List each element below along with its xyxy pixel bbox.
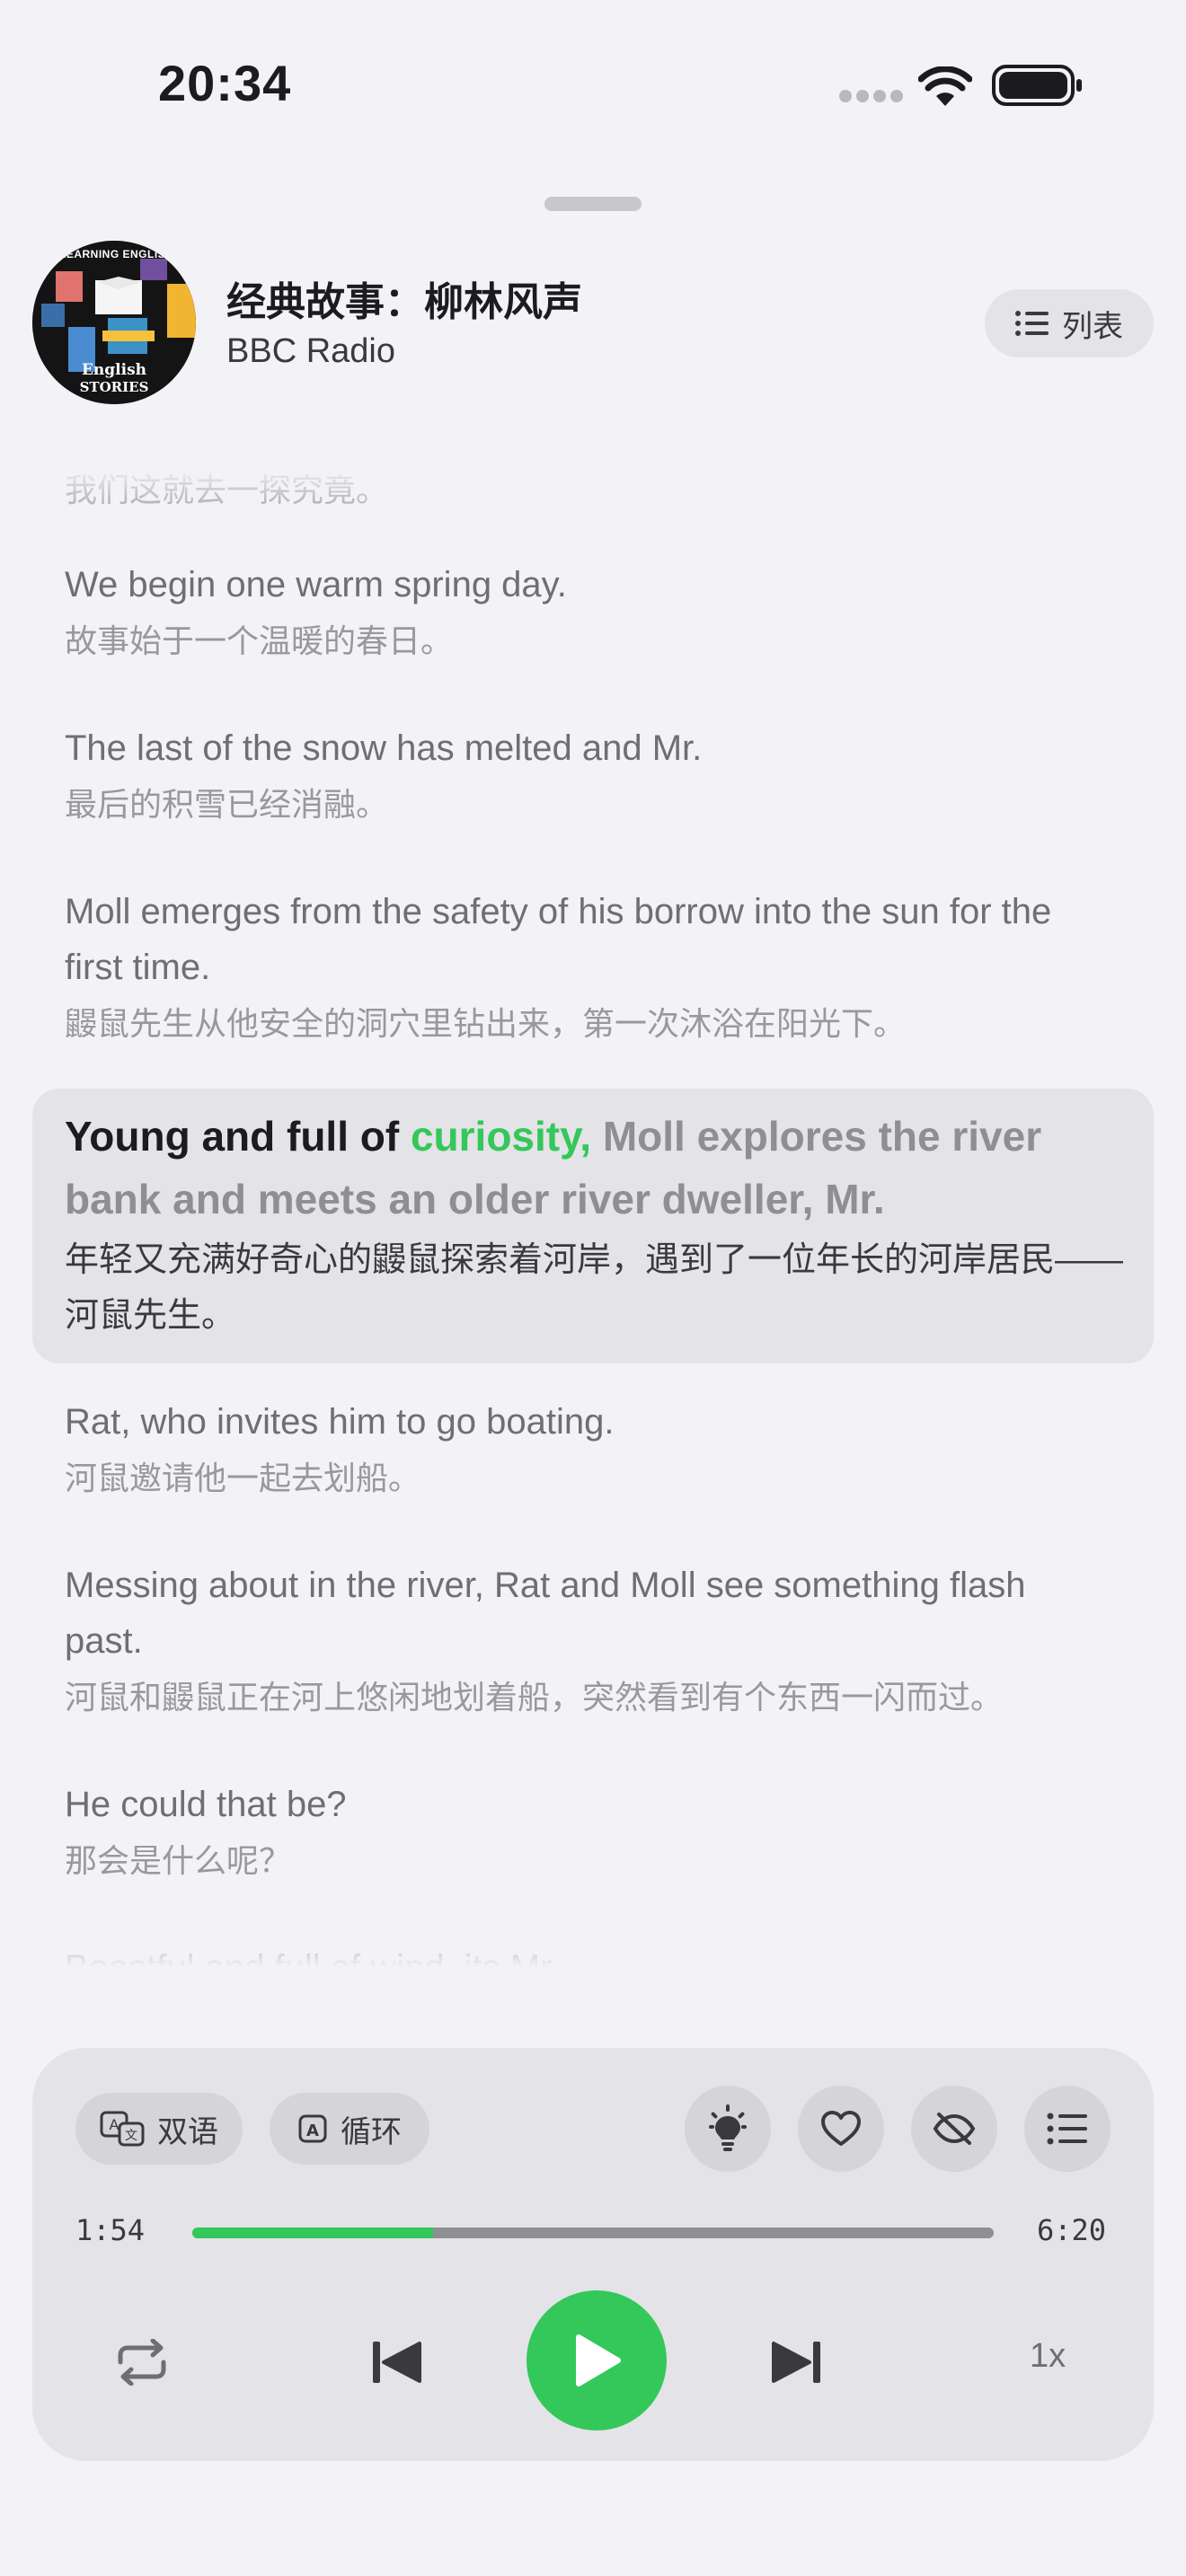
svg-text:文: 文 bbox=[125, 2129, 137, 2143]
segment-zh: 最后的积雪已经消融。 bbox=[65, 786, 389, 823]
next-track-icon bbox=[772, 2342, 820, 2383]
loop-label: 循环 bbox=[341, 2114, 402, 2149]
play-icon bbox=[576, 2334, 621, 2386]
cellular-signal-icon bbox=[839, 90, 907, 107]
transcript-segment[interactable]: The last of the snow has melted and Mr. … bbox=[65, 720, 1107, 830]
segment-zh: 河鼠和鼹鼠正在河上悠闲地划着船，突然看到有个东西一闪而过。 bbox=[65, 1679, 1004, 1716]
heart-icon bbox=[821, 2111, 861, 2146]
spoken-text: Young and full of bbox=[65, 1113, 411, 1160]
segment-en: Messing about in the river, Rat and Moll… bbox=[65, 1566, 1026, 1661]
transcript-clipped-top: 我们这就去一探究竟。 bbox=[65, 467, 1107, 516]
status-time: 20:34 bbox=[158, 55, 292, 111]
segment-zh: 那会是什么呢？ bbox=[65, 1842, 292, 1879]
episode-list-label: 列表 bbox=[1062, 309, 1123, 344]
episode-header: LEARNING ENGLISH English STORIES 经典故事：柳林… bbox=[0, 234, 1186, 413]
playback-speed-button[interactable]: 1x bbox=[1030, 2337, 1066, 2376]
segment-zh: 故事始于一个温暖的春日。 bbox=[65, 622, 454, 659]
previous-button[interactable] bbox=[359, 2325, 435, 2400]
cover-text-line2: STORIES bbox=[79, 379, 149, 395]
translate-icon: A 文 bbox=[100, 2111, 145, 2147]
transcript-segment[interactable]: We begin one warm spring day. 故事始于一个温暖的春… bbox=[65, 557, 1107, 666]
total-time: 6:20 bbox=[1037, 2213, 1107, 2247]
play-button[interactable] bbox=[527, 2290, 667, 2430]
bilingual-toggle[interactable]: A 文 双语 bbox=[75, 2093, 243, 2165]
cover-top-text: LEARNING ENGLISH bbox=[59, 248, 174, 260]
hint-button[interactable] bbox=[685, 2086, 771, 2172]
active-segment: Young and full of curiosity, Moll explor… bbox=[65, 1105, 1125, 1344]
svg-text:A: A bbox=[110, 2116, 119, 2133]
episode-title: 经典故事：柳林风声 bbox=[226, 280, 582, 324]
loop-toggle[interactable]: A 循环 bbox=[270, 2093, 429, 2165]
segment-en: Moll emerges from the safety of his borr… bbox=[65, 892, 1052, 987]
transcript-segment[interactable]: Moll emerges from the safety of his borr… bbox=[65, 884, 1107, 1049]
list-icon bbox=[1015, 311, 1049, 336]
status-bar: 20:34 bbox=[0, 0, 1186, 180]
segment-en: Rat, who invites him to go boating. bbox=[65, 1402, 615, 1442]
segment-zh: 河鼠邀请他一起去划船。 bbox=[65, 1460, 421, 1496]
bilingual-label: 双语 bbox=[157, 2114, 218, 2149]
progress-slider[interactable] bbox=[192, 2228, 994, 2238]
svg-text:A: A bbox=[306, 2122, 319, 2140]
segment-zh: 我们这就去一探究竟。 bbox=[65, 472, 389, 508]
elapsed-time: 1:54 bbox=[75, 2213, 146, 2247]
hide-text-button[interactable] bbox=[911, 2086, 997, 2172]
episode-cover-art: LEARNING ENGLISH English STORIES bbox=[32, 241, 196, 404]
previous-track-icon bbox=[373, 2342, 421, 2383]
player-panel: A 文 双语 A 循环 1:54 6:20 1x bbox=[32, 2048, 1154, 2461]
segment-en: Boastful and full of wind, its Mr. bbox=[65, 1940, 1107, 1967]
next-button[interactable] bbox=[758, 2325, 834, 2400]
episode-list-button[interactable]: 列表 bbox=[985, 289, 1154, 357]
transcript-segment[interactable]: Messing about in the river, Rat and Moll… bbox=[65, 1557, 1107, 1723]
current-word: curiosity, bbox=[410, 1113, 592, 1160]
wifi-icon bbox=[918, 66, 972, 106]
lightbulb-icon bbox=[709, 2104, 747, 2151]
repeat-button[interactable] bbox=[106, 2326, 178, 2398]
transcript-segment[interactable]: Rat, who invites him to go boating. 河鼠邀请… bbox=[65, 1394, 1107, 1504]
segment-en: The last of the snow has melted and Mr. bbox=[65, 728, 703, 768]
episode-source: BBC Radio bbox=[226, 332, 395, 370]
segment-en: We begin one warm spring day. bbox=[65, 565, 567, 604]
segment-en: He could that be? bbox=[65, 1785, 347, 1824]
active-segment-zh: 年轻又充满好奇心的鼹鼠探索着河岸，遇到了一位年长的河岸居民——河鼠先生。 bbox=[65, 1241, 1124, 1335]
eye-slash-icon bbox=[933, 2113, 976, 2145]
sheet-grabber[interactable] bbox=[544, 197, 642, 211]
active-segment-en: Young and full of curiosity, Moll explor… bbox=[65, 1105, 1125, 1231]
repeat-icon bbox=[118, 2339, 166, 2386]
progress-fill bbox=[192, 2228, 433, 2238]
battery-icon bbox=[992, 65, 1082, 106]
playlist-button[interactable] bbox=[1024, 2086, 1111, 2172]
list-icon bbox=[1047, 2113, 1087, 2145]
favorite-button[interactable] bbox=[798, 2086, 884, 2172]
segment-zh: 鼹鼠先生从他安全的洞穴里钻出来，第一次沐浴在阳光下。 bbox=[65, 1005, 907, 1042]
active-segment-card[interactable]: Young and full of curiosity, Moll explor… bbox=[32, 1089, 1154, 1363]
transcript-clipped-bottom: Boastful and full of wind, its Mr. bbox=[65, 1940, 1107, 1967]
cover-text-line1: English bbox=[81, 361, 147, 379]
text-box-icon: A bbox=[298, 2114, 327, 2143]
transcript-scroll[interactable]: 我们这就去一探究竟。 We begin one warm spring day.… bbox=[0, 467, 1186, 1967]
transcript-segment[interactable]: He could that be? 那会是什么呢？ bbox=[65, 1777, 1107, 1886]
